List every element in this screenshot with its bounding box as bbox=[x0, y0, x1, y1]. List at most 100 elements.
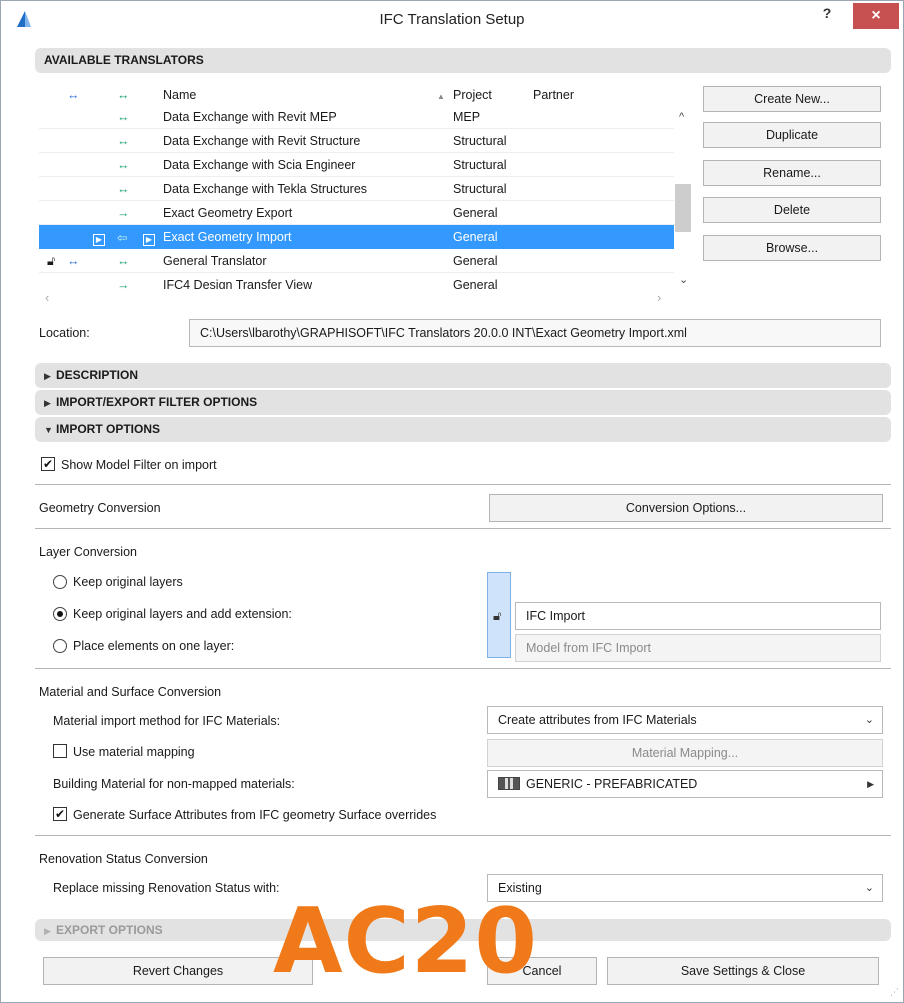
bidirectional-arrow-icon: ↔ bbox=[117, 182, 130, 196]
list-item[interactable]: ↔ Data Exchange with Revit Structure Str… bbox=[39, 129, 674, 153]
place-on-one-layer-radio[interactable] bbox=[53, 639, 67, 653]
scroll-left-icon[interactable]: ‹ bbox=[45, 290, 49, 305]
import-options-section-title: IMPORT OPTIONS bbox=[56, 422, 161, 436]
description-section-header[interactable]: ▶ DESCRIPTION bbox=[35, 363, 891, 388]
use-material-mapping-label: Use material mapping bbox=[73, 745, 195, 759]
collapse-triangle-icon: ▼ bbox=[44, 425, 53, 435]
list-item[interactable]: 🔓︎ ↔ ↔ General Translator General bbox=[39, 249, 674, 273]
filter-options-section-header[interactable]: ▶ IMPORT/EXPORT FILTER OPTIONS bbox=[35, 390, 891, 415]
list-vertical-scroll-thumb[interactable] bbox=[675, 184, 691, 232]
ac20-watermark: AC20 bbox=[273, 889, 538, 994]
divider bbox=[35, 484, 891, 485]
sort-ascending-icon: ▲ bbox=[437, 92, 445, 101]
building-material-label: Building Material for non-mapped materia… bbox=[53, 777, 295, 791]
divider bbox=[35, 668, 891, 669]
chevron-down-icon: ⌄ bbox=[864, 714, 874, 726]
translator-project: General bbox=[453, 278, 498, 289]
layer-conversion-title: Layer Conversion bbox=[39, 545, 137, 559]
duplicate-button[interactable]: Duplicate bbox=[703, 122, 881, 148]
renovation-status-select[interactable]: Existing ⌄ bbox=[487, 874, 883, 902]
expand-triangle-icon: ▶ bbox=[44, 398, 51, 408]
building-material-value: GENERIC - PREFABRICATED bbox=[526, 777, 698, 791]
rename-button[interactable]: Rename... bbox=[703, 160, 881, 186]
keep-layers-add-extension-radio[interactable] bbox=[53, 607, 67, 621]
close-button[interactable]: × bbox=[853, 3, 899, 29]
available-translators-header: AVAILABLE TRANSLATORS bbox=[35, 48, 891, 73]
bidirectional-arrow-icon: ↔ bbox=[117, 254, 130, 268]
scroll-up-icon[interactable]: ^ bbox=[679, 111, 684, 123]
scroll-right-icon[interactable]: › bbox=[657, 290, 661, 305]
translator-project: MEP bbox=[453, 110, 481, 124]
translator-name: Exact Geometry Import bbox=[163, 230, 292, 244]
bidirectional-arrow-icon: ↔ bbox=[117, 134, 130, 148]
list-item[interactable]: ↔ Data Exchange with Tekla Structures St… bbox=[39, 177, 674, 201]
location-field: C:\Users\lbarothy\GRAPHISOFT\IFC Transla… bbox=[189, 319, 881, 347]
show-model-filter-checkbox[interactable]: ✔ bbox=[41, 457, 55, 471]
translator-name: IFC4 Design Transfer View bbox=[163, 278, 313, 289]
bidirectional-arrow-icon: ↔ bbox=[117, 110, 130, 124]
translator-list[interactable]: ↔ ↔ Name ▲ Project Partner ↔ Data Exchan… bbox=[39, 85, 693, 307]
list-item[interactable]: ↔ Data Exchange with Scia Engineer Struc… bbox=[39, 153, 674, 177]
import-export-column-icon[interactable]: ↔ bbox=[67, 88, 80, 102]
column-name[interactable]: Name bbox=[163, 88, 196, 102]
import-options-section-header[interactable]: ▼ IMPORT OPTIONS bbox=[35, 417, 891, 442]
material-conversion-title: Material and Surface Conversion bbox=[39, 685, 222, 699]
direction-column-icon[interactable]: ↔ bbox=[117, 88, 130, 102]
divider bbox=[35, 835, 891, 836]
export-arrow-icon: → bbox=[117, 278, 130, 289]
browse-button[interactable]: Browse... bbox=[703, 235, 881, 261]
keep-original-layers-radio[interactable] bbox=[53, 575, 67, 589]
conversion-options-button[interactable]: Conversion Options... bbox=[489, 494, 883, 522]
column-project[interactable]: Project bbox=[453, 88, 492, 102]
location-label: Location: bbox=[39, 326, 90, 340]
translator-project: General bbox=[453, 254, 498, 268]
scroll-down-icon[interactable]: ⌄ bbox=[679, 273, 688, 286]
delete-button[interactable]: Delete bbox=[703, 197, 881, 223]
create-new-button[interactable]: Create New... bbox=[703, 86, 881, 112]
column-partner[interactable]: Partner bbox=[533, 88, 574, 102]
divider bbox=[35, 528, 891, 529]
chevron-right-icon: ▶ bbox=[867, 779, 874, 789]
list-item[interactable]: ↔ Data Exchange with Revit MEP MEP bbox=[39, 105, 674, 129]
material-method-value: Create attributes from IFC Materials bbox=[498, 713, 697, 727]
expand-box-icon[interactable]: ▶ bbox=[93, 231, 105, 246]
list-item-selected[interactable]: ▶ ⇦ ▶ Exact Geometry Import General bbox=[39, 225, 674, 249]
list-item[interactable]: → Exact Geometry Export General bbox=[39, 201, 674, 225]
geometry-conversion-label: Geometry Conversion bbox=[39, 501, 161, 515]
translator-project: Structural bbox=[453, 158, 507, 172]
expand-box-icon[interactable]: ▶ bbox=[143, 231, 155, 246]
extension-field[interactable]: IFC Import bbox=[515, 602, 881, 630]
title-bar: IFC Translation Setup ? × bbox=[1, 1, 903, 37]
expand-triangle-icon: ▶ bbox=[44, 371, 51, 381]
translator-list-header: ↔ ↔ Name ▲ Project Partner bbox=[39, 85, 609, 105]
translator-name: Exact Geometry Export bbox=[163, 206, 293, 220]
translator-project: Structural bbox=[453, 182, 507, 196]
generate-surface-checkbox[interactable]: ✔ bbox=[53, 807, 67, 821]
material-method-label: Material import method for IFC Materials… bbox=[53, 714, 281, 728]
available-translators-title: AVAILABLE TRANSLATORS bbox=[44, 53, 204, 67]
save-settings-close-button[interactable]: Save Settings & Close bbox=[607, 957, 879, 985]
material-method-select[interactable]: Create attributes from IFC Materials ⌄ bbox=[487, 706, 883, 734]
keep-original-layers-label: Keep original layers bbox=[73, 575, 183, 589]
one-layer-field[interactable]: Model from IFC Import bbox=[515, 634, 881, 662]
ifc-translation-setup-dialog: IFC Translation Setup ? × AVAILABLE TRAN… bbox=[0, 0, 904, 1003]
use-material-mapping-checkbox[interactable] bbox=[53, 744, 67, 758]
export-options-section-title: EXPORT OPTIONS bbox=[56, 923, 163, 937]
translator-name: Data Exchange with Scia Engineer bbox=[163, 158, 356, 172]
unlock-icon[interactable]: 🔓︎ bbox=[493, 608, 501, 624]
renovation-title: Renovation Status Conversion bbox=[39, 852, 208, 866]
list-item[interactable]: → IFC4 Design Transfer View General bbox=[39, 273, 674, 289]
material-mapping-button[interactable]: Material Mapping... bbox=[487, 739, 883, 767]
chevron-down-icon: ⌄ bbox=[864, 882, 874, 894]
resize-grip-icon[interactable]: ⋰ bbox=[890, 987, 899, 998]
translator-name: General Translator bbox=[163, 254, 267, 268]
lock-icon: 🔓︎ bbox=[47, 254, 56, 268]
translator-project: General bbox=[453, 206, 498, 220]
help-button[interactable]: ? bbox=[813, 5, 841, 29]
default-marker-icon: ↔ bbox=[67, 254, 80, 268]
description-section-title: DESCRIPTION bbox=[56, 368, 139, 382]
translator-name: Data Exchange with Tekla Structures bbox=[163, 182, 368, 196]
show-model-filter-label: Show Model Filter on import bbox=[61, 458, 217, 472]
renovation-replace-label: Replace missing Renovation Status with: bbox=[53, 881, 280, 895]
building-material-picker[interactable]: GENERIC - PREFABRICATED ▶ bbox=[487, 770, 883, 798]
